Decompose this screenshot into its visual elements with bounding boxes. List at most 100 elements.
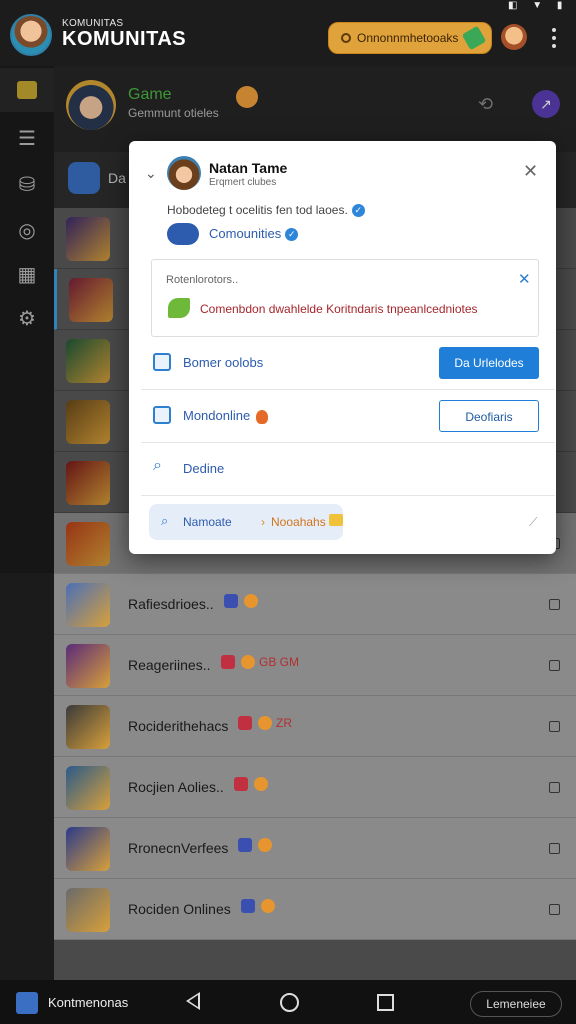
option-row-2[interactable]: Mondonline Deofiaris (141, 389, 555, 441)
tag-icon (224, 593, 238, 608)
game-badges (224, 592, 262, 608)
game-name: Rociderithehacs (128, 718, 229, 734)
game-thumbnail (66, 888, 110, 932)
emoji-icon (254, 776, 268, 791)
home-icon[interactable] (280, 993, 299, 1012)
crown-icon (329, 514, 343, 526)
secondary-action-button[interactable]: Deofiaris (439, 400, 539, 432)
game-badges (238, 836, 276, 852)
game-badges (234, 775, 272, 791)
option-label-1: Bomer oolobs (183, 355, 264, 370)
expand-icon[interactable]: ⟋ (529, 515, 537, 530)
back-icon[interactable] (186, 992, 200, 1010)
emoji-icon (244, 593, 258, 608)
game-name: RronecnVerfees (128, 840, 229, 856)
search-icon: ⌕ (161, 513, 169, 528)
arrow-icon (461, 25, 487, 51)
chip-right-label: Nooahahs (271, 515, 326, 529)
option-label-2-text: Mondonline (183, 408, 251, 423)
flame-icon (256, 409, 269, 424)
badge-extra: GB GM (259, 654, 300, 669)
row-checkbox[interactable] (549, 660, 560, 671)
link-icon (153, 353, 171, 371)
leaf-icon (168, 298, 190, 318)
system-nav-bar: Kontmenonas Lemeneiee (0, 980, 576, 1024)
tag-icon (238, 715, 252, 730)
game-thumbnail (66, 705, 110, 749)
emoji-icon (258, 837, 272, 852)
game-thumbnail (66, 766, 110, 810)
recent-apps-icon[interactable] (377, 994, 394, 1011)
dialog-title: Natan Tame (209, 160, 288, 176)
notice-title: Rotenlorotors.. (166, 274, 239, 286)
chip-separator: › (261, 515, 265, 529)
notification-text: Onnonnmhetooaks (357, 31, 459, 45)
game-name: Rociden Onlines (128, 901, 231, 917)
tag-icon (234, 776, 248, 791)
game-thumbnail (66, 644, 110, 688)
row-checkbox[interactable] (549, 599, 560, 610)
community-link[interactable]: Comounities ✓ (209, 226, 299, 242)
search-icon: ⌕ (153, 457, 162, 474)
nav-pill-button[interactable]: Lemeneiee (470, 991, 562, 1017)
more-menu-icon[interactable] (548, 28, 560, 48)
verified-icon: ✓ (351, 204, 365, 218)
option-row-1[interactable]: Bomer oolobs Da Urlelodes (141, 337, 555, 389)
list-item[interactable]: Rociderithehacs ZR (54, 696, 576, 757)
divider (141, 495, 555, 496)
row-checkbox[interactable] (549, 782, 560, 793)
dialog-info: Hobodeteg t ocelitis fen tod laoes. ✓ (167, 203, 365, 218)
community-icon (167, 223, 199, 245)
game-badges (241, 897, 279, 913)
list-item[interactable]: Rocjien Aolies.. (54, 757, 576, 818)
dialog-info-text: Hobodeteg t ocelitis fen tod laoes. (167, 203, 348, 217)
app-logo-avatar[interactable] (10, 14, 52, 56)
chevron-down-icon[interactable]: ⌄ (145, 165, 157, 182)
close-icon[interactable]: ✕ (523, 161, 538, 182)
list-item[interactable]: Rafiesdrioes.. (54, 574, 576, 635)
nav-app-label: Kontmenonas (48, 995, 129, 1010)
list-item[interactable]: Rociden Onlines (54, 879, 576, 940)
chip-left-label: Namoate (183, 515, 232, 529)
row-checkbox[interactable] (549, 843, 560, 854)
list-item[interactable]: Reageriines.. GB GM (54, 635, 576, 696)
badge-extra: ZR (276, 715, 292, 730)
dialog-avatar (167, 156, 201, 190)
game-badges: GB GM (221, 653, 299, 669)
emoji-icon (258, 715, 272, 730)
app-icon[interactable] (16, 992, 38, 1014)
bell-icon (341, 33, 351, 43)
notice-card: Rotenlorotors.. ✕ Comenbdon dwahlelde Ko… (151, 259, 539, 337)
notice-text: Comenbdon dwahlelde Koritndaris tnpeanlc… (200, 302, 478, 316)
row-checkbox[interactable] (549, 721, 560, 732)
game-name: Reageriines.. (128, 657, 211, 673)
top-app-bar: ◧ ▼ ▮ KOMUNITAS KOMUNITAS Onnonnmhetooak… (0, 0, 576, 66)
notification-pill[interactable]: Onnonnmhetooaks (328, 22, 492, 54)
game-name: Rocjien Aolies.. (128, 779, 224, 795)
game-thumbnail (66, 827, 110, 871)
tag-icon (238, 837, 252, 852)
primary-action-button[interactable]: Da Urlelodes (439, 347, 539, 379)
option-label-3: Dedine (183, 461, 225, 476)
status-bar-icons: ◧ ▼ ▮ (508, 0, 569, 11)
community-label: Comounities (209, 226, 282, 241)
tag-icon (221, 654, 235, 669)
app-title: KOMUNITAS (62, 28, 187, 50)
emoji-icon (241, 654, 255, 669)
game-badges: ZR (238, 714, 292, 730)
notice-close-icon[interactable]: ✕ (518, 270, 531, 288)
row-checkbox[interactable] (549, 904, 560, 915)
verified-icon: ✓ (285, 228, 299, 242)
emoji-icon (261, 898, 275, 913)
option-label-2: Mondonline (183, 408, 269, 424)
list-item[interactable]: RronecnVerfees (54, 818, 576, 879)
breadcrumb-chip[interactable]: ⌕ Namoate › Nooahahs (149, 504, 343, 540)
game-name: Rafiesdrioes.. (128, 596, 214, 612)
link-icon (153, 406, 171, 424)
community-dialog: ⌄ Natan Tame Erqmert clubes ✕ Hobodeteg … (129, 141, 556, 554)
tag-icon (241, 898, 255, 913)
dialog-subtitle: Erqmert clubes (209, 177, 277, 188)
game-thumbnail (66, 583, 110, 627)
option-row-3[interactable]: ⌕ Dedine (141, 442, 555, 494)
user-avatar[interactable] (501, 24, 527, 50)
